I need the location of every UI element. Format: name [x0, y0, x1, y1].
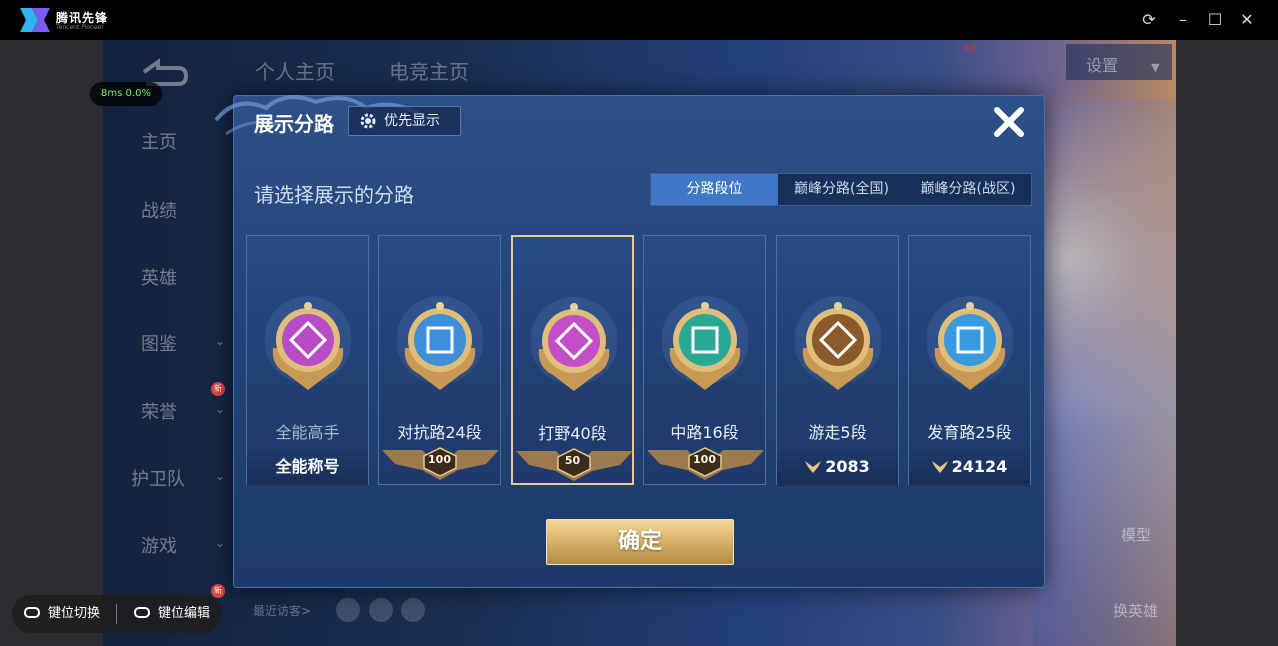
nav-games-label: 游戏	[141, 536, 177, 557]
gear-icon	[360, 113, 376, 129]
tab-esports-home[interactable]: 电竞主页	[389, 56, 469, 85]
rank-emblem-icon	[662, 296, 748, 390]
rank-emblem-icon	[397, 296, 483, 390]
nav-records[interactable]: 战绩	[103, 197, 225, 223]
nav-guard-team-label: 护卫队	[131, 469, 185, 490]
lane-card[interactable]: 打野40段 50	[511, 235, 634, 485]
right-letterbox	[1176, 40, 1278, 646]
rank-emblem-icon	[531, 297, 617, 391]
nav-collection[interactable]: 图鉴 ⌄	[103, 330, 225, 356]
close-icon[interactable]: ✕	[1237, 10, 1257, 30]
tab-personal-home[interactable]: 个人主页	[255, 56, 335, 85]
gamepad-icon	[24, 607, 40, 618]
tab-peak-region[interactable]: 巅峰分路(战区)	[905, 174, 1031, 205]
chevron-down-icon: ⌄	[214, 536, 225, 550]
nav-honor[interactable]: 荣誉 ⌄	[103, 398, 225, 424]
refresh-icon[interactable]: ⟳	[1139, 10, 1159, 30]
key-switch-button[interactable]: 键位切换	[24, 595, 100, 633]
lane-display-dialog: 展示分路 优先显示 请选择展示的分路 分路段位 巅峰分路(全国) 巅峰分路(战区…	[214, 95, 1045, 588]
priority-display-label: 优先显示	[384, 113, 440, 129]
star-count: 100	[693, 453, 716, 466]
nav-guard-team[interactable]: 护卫队 ⌄	[103, 465, 225, 491]
nav-games[interactable]: 游戏 ⌄	[103, 532, 225, 558]
nav-heroes[interactable]: 英雄	[103, 264, 225, 290]
lane-card-footer: 24124	[909, 448, 1030, 486]
tab-peak-national[interactable]: 巅峰分路(全国)	[778, 174, 905, 205]
confirm-button[interactable]: 确定	[546, 519, 734, 565]
lane-tab-bar: 分路段位 巅峰分路(全国) 巅峰分路(战区)	[650, 173, 1032, 206]
title-label: 全能称号	[275, 457, 340, 476]
switch-hero-button[interactable]: 换英雄	[1113, 600, 1158, 621]
peak-score: 24124	[951, 457, 1008, 476]
nav-collection-label: 图鉴	[141, 334, 177, 355]
lane-card-footer: 2083	[777, 448, 898, 486]
lane-card-label: 游走5段	[808, 423, 867, 442]
app-titlebar: 腾讯先锋 Tencent Pioneer ⟳ – ☐ ✕	[0, 0, 1278, 40]
peak-score: 2083	[825, 457, 870, 476]
dialog-subtitle: 请选择展示的分路	[254, 183, 414, 207]
rank-emblem-icon	[927, 296, 1013, 390]
visitor-avatar[interactable]	[336, 598, 360, 622]
visitor-avatar[interactable]	[401, 598, 425, 622]
chevron-down-icon: ⌄	[214, 469, 225, 483]
key-switch-label: 键位切换	[48, 606, 101, 621]
app-logo-icon	[20, 8, 50, 32]
maximize-icon[interactable]: ☐	[1205, 10, 1225, 30]
hero-portrait	[1033, 100, 1176, 646]
lane-card[interactable]: 对抗路24段 100	[378, 235, 501, 485]
nav-honor-label: 荣誉	[141, 402, 177, 423]
star-count: 100	[428, 453, 451, 466]
lane-card-label: 对抗路24段	[397, 423, 482, 442]
rank-emblem-icon	[265, 296, 351, 390]
app-subtitle: Tencent Pioneer	[56, 24, 104, 31]
settings-label: 设置	[1086, 56, 1119, 75]
priority-display-button[interactable]: 优先显示	[348, 106, 461, 136]
latency-indicator: 8ms 0.0%	[90, 82, 162, 106]
lane-card-label: 打野40段	[538, 424, 607, 443]
chevron-down-icon: ⌄	[214, 402, 225, 416]
vip-icon: VIP	[962, 44, 978, 54]
rank-emblem-icon	[795, 296, 881, 390]
lane-card[interactable]: 全能高手 全能称号	[246, 235, 369, 486]
visitor-avatar[interactable]	[369, 598, 393, 622]
minimize-icon[interactable]: –	[1173, 10, 1193, 30]
chevron-down-icon: ⌄	[214, 334, 225, 348]
lane-card-label: 全能高手	[275, 423, 340, 442]
left-letterbox	[0, 40, 103, 646]
tab-lane-rank[interactable]: 分路段位	[651, 174, 778, 205]
recent-visitors-link[interactable]: 最近访客>	[253, 602, 311, 619]
new-badge: 新	[211, 584, 225, 598]
keymap-bar: 键位切换 键位编辑	[12, 595, 222, 633]
gamepad-icon	[134, 607, 150, 618]
lane-card[interactable]: 中路16段 100	[643, 235, 766, 485]
settings-dropdown[interactable]: 设置 ▼	[1066, 44, 1172, 80]
lane-card-label: 发育路25段	[927, 423, 1012, 442]
dialog-title: 展示分路	[254, 112, 334, 136]
divider	[116, 604, 117, 624]
chevron-down-icon: ▼	[1151, 61, 1160, 74]
star-count: 50	[564, 454, 581, 467]
key-edit-button[interactable]: 键位编辑	[134, 595, 210, 633]
lane-card[interactable]: 游走5段 2083	[776, 235, 899, 486]
lane-card[interactable]: 发育路25段 24124	[908, 235, 1031, 486]
lane-card-label: 中路16段	[670, 423, 739, 442]
new-badge: 新	[211, 382, 225, 396]
model-button[interactable]: 模型	[1121, 524, 1151, 545]
close-dialog-icon[interactable]	[991, 104, 1027, 140]
key-edit-label: 键位编辑	[158, 606, 211, 621]
lane-card-footer: 全能称号	[247, 448, 368, 486]
peak-score-icon	[931, 461, 948, 473]
peak-score-icon	[805, 461, 822, 473]
